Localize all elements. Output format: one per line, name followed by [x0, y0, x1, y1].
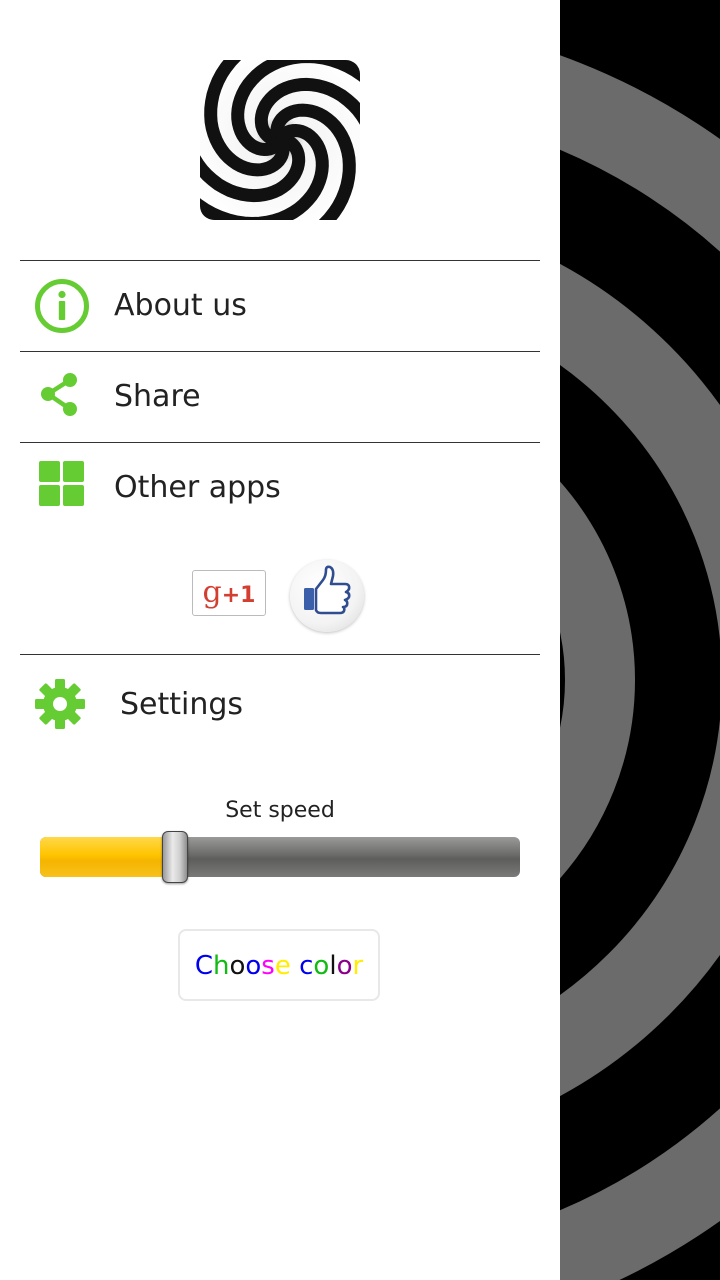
share-label: Share — [114, 379, 201, 414]
slider-fill — [40, 837, 165, 877]
choose-color-button[interactable]: Choose color — [178, 929, 380, 1001]
google-plus-one-button[interactable]: g+1 — [192, 570, 266, 616]
navigation-drawer: About us Share Other apps g+1 Settings S… — [0, 0, 560, 1280]
settings-title: Settings — [120, 687, 244, 722]
app-logo — [200, 60, 360, 220]
other-apps-label: Other apps — [114, 470, 281, 505]
gear-icon — [34, 678, 86, 730]
settings-header: Settings — [20, 660, 540, 750]
thumbs-up-icon — [304, 565, 351, 615]
facebook-like-button[interactable] — [290, 560, 364, 632]
choose-color-letter: l — [329, 951, 337, 981]
choose-color-letter: o — [336, 951, 353, 981]
about-label: About us — [114, 288, 247, 323]
spiral-logo-icon — [200, 60, 360, 220]
menu-item-about[interactable]: About us — [20, 261, 540, 351]
gplus-g-text: g — [202, 575, 222, 610]
menu-item-share[interactable]: Share — [20, 352, 540, 442]
grid-icon — [34, 460, 90, 516]
set-speed-label: Set speed — [225, 798, 335, 823]
spiral-arcs — [560, 0, 720, 1280]
choose-color-letter — [291, 951, 299, 981]
choose-color-letter: c — [299, 951, 314, 981]
choose-color-letter: h — [212, 951, 230, 981]
spiral-background[interactable] — [560, 0, 720, 1280]
choose-color-letter: o — [245, 951, 262, 981]
choose-color-letter: r — [352, 951, 364, 981]
gplus-plus-one-text: +1 — [221, 583, 256, 608]
share-icon — [34, 369, 90, 425]
choose-color-letter: e — [274, 951, 291, 981]
info-circle-icon — [34, 278, 90, 334]
app-root: About us Share Other apps g+1 Settings S… — [0, 0, 720, 1280]
choose-color-letter: o — [229, 951, 246, 981]
slider-thumb[interactable] — [162, 831, 188, 883]
speed-slider[interactable] — [40, 831, 520, 883]
choose-color-letter: C — [194, 951, 213, 981]
choose-color-letter: o — [313, 951, 330, 981]
menu-item-other-apps[interactable]: Other apps — [20, 443, 540, 533]
divider — [20, 654, 540, 655]
choose-color-letter: s — [261, 951, 275, 981]
